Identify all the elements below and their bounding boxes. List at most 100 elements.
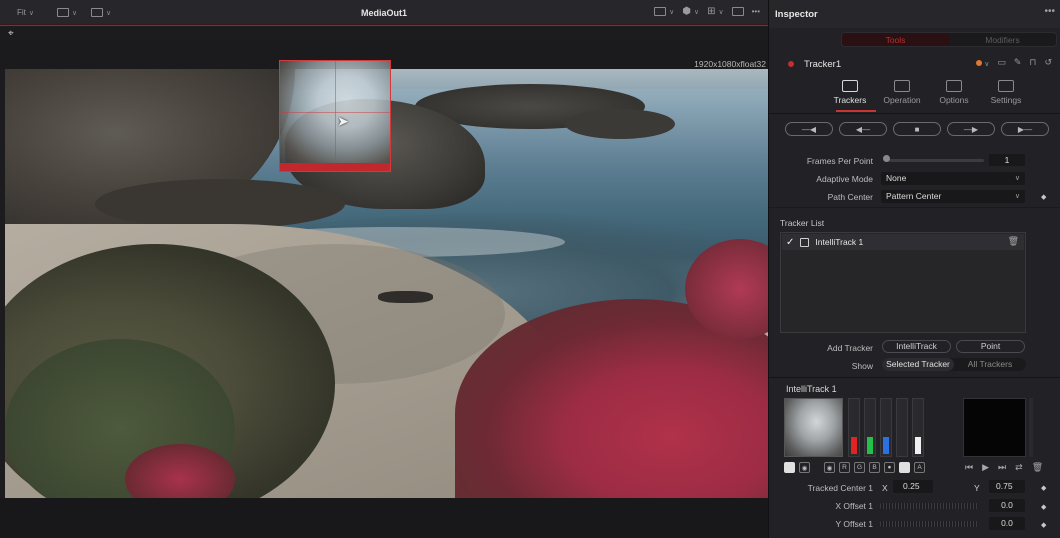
tool-subtabs: Trackers Operation Options Settings [829, 80, 1027, 105]
skip-start-icon[interactable]: ⏮ [965, 462, 973, 473]
inspector-more-button[interactable]: ••• [1044, 6, 1055, 17]
stop-tracking-button[interactable]: ■ [893, 122, 941, 136]
list-item[interactable]: ✓ IntelliTrack 1 🗑 [782, 234, 1024, 250]
subtab-settings[interactable]: Settings [985, 80, 1027, 105]
fit-dropdown[interactable]: Fit ∨ [17, 8, 34, 17]
active-subtab-underline [836, 110, 876, 112]
frames-per-point-slider-handle[interactable] [883, 155, 890, 162]
frames-per-point-slider[interactable] [887, 159, 984, 162]
add-point-button[interactable]: Point [956, 340, 1025, 353]
x-offset-slider[interactable] [880, 503, 978, 509]
inspector-panel: Inspector ••• Tools Modifiers Tracker1 ∨… [768, 0, 1060, 538]
viewer-roi-dropdown[interactable]: ∨ [91, 8, 111, 17]
divider [769, 113, 1060, 114]
white-channel-icon[interactable] [899, 462, 910, 473]
meter-fill [883, 436, 889, 454]
tracker-crosshair-horizontal [280, 112, 390, 113]
frames-per-point-field[interactable]: 1 [989, 154, 1025, 166]
x-offset-field[interactable]: 0.0 [989, 499, 1025, 512]
fullscreen-icon [731, 7, 744, 16]
preview-scrollbar[interactable] [1029, 398, 1033, 457]
color-wheel-icon[interactable]: ◉ [799, 462, 810, 473]
show-selected-tracker-button[interactable]: Selected Tracker [882, 358, 954, 371]
channel-meter-red [848, 398, 860, 457]
intellitrack-section-title: IntelliTrack 1 [786, 384, 837, 394]
pointer-tool-icon[interactable]: ⌖ [8, 28, 14, 39]
green-channel-button[interactable]: G [854, 462, 865, 473]
track-reverse-from-end-button[interactable]: —◀ [785, 122, 833, 136]
keyframe-diamond-icon[interactable]: ◆ [1041, 521, 1046, 529]
image-rocks-right [565, 109, 675, 139]
pin-icon[interactable]: ✎ [1014, 57, 1022, 68]
rgb-toggle-icon[interactable]: ◉ [824, 462, 835, 473]
lock-icon[interactable]: ⊓ [1029, 57, 1036, 68]
viewer-layout-dropdown[interactable]: ∨ [57, 8, 77, 17]
adaptive-mode-label: Adaptive Mode [816, 174, 873, 184]
chevron-down-icon: ∨ [106, 9, 112, 17]
viewer-toolbar: Fit ∨ ∨ ∨ MediaOut1 ∨ ⬢ ∨ ⊞ ∨ ••• [0, 0, 768, 25]
track-forward-from-start-button[interactable]: ▶— [1001, 122, 1049, 136]
node-color-dot[interactable] [788, 61, 794, 67]
mouse-cursor-icon: ➤ [337, 113, 349, 129]
alpha-channel-button[interactable]: A [914, 462, 925, 473]
subtab-operation[interactable]: Operation [881, 80, 923, 105]
subtab-options[interactable]: Options [933, 80, 975, 105]
y-offset-field[interactable]: 0.0 [989, 517, 1025, 530]
subtab-trackers[interactable]: Trackers [829, 80, 871, 105]
fullscreen-button[interactable] [731, 7, 744, 16]
chevron-down-icon: ∨ [984, 60, 990, 68]
node-header-icons: ∨ ▭ ✎ ⊓ ↺ [975, 57, 1052, 68]
trash-icon[interactable]: 🗑 [1032, 462, 1043, 473]
tab-modifiers[interactable]: Modifiers [949, 33, 1056, 46]
viewer-panel: Fit ∨ ∨ ∨ MediaOut1 ∨ ⬢ ∨ ⊞ ∨ ••• ⌖ 1920x1… [0, 0, 768, 538]
tracked-center-y-field[interactable]: 0.75 [989, 480, 1025, 493]
channel-meter-blue [880, 398, 892, 457]
keyframe-diamond-icon[interactable]: ◆ [1041, 484, 1046, 492]
grid-dropdown[interactable]: ⊞ ∨ [707, 6, 724, 17]
tracker-box-handle[interactable] [280, 163, 390, 171]
tracker-pattern-box[interactable] [279, 60, 391, 172]
palette-icon: ⬢ [682, 6, 691, 17]
red-channel-button[interactable]: R [839, 462, 850, 473]
path-center-dropdown[interactable]: Pattern Center ∨ [881, 190, 1025, 203]
tracked-center-x-field[interactable]: 0.25 [893, 480, 933, 493]
subtab-label: Trackers [833, 95, 867, 105]
show-toggle: Selected Tracker All Trackers [882, 358, 1026, 371]
viewer-more-button[interactable]: ••• [752, 7, 760, 16]
version-dropdown[interactable]: ∨ [975, 58, 990, 68]
channel-meter-empty [896, 398, 908, 457]
monitor-icon [946, 80, 962, 92]
luma-channel-icon[interactable]: ● [884, 462, 895, 473]
track-reverse-button[interactable]: ◀— [839, 122, 887, 136]
tab-tools[interactable]: Tools [842, 33, 949, 46]
chevron-down-icon: ∨ [718, 8, 724, 16]
skip-end-icon[interactable]: ⏭ [998, 462, 1006, 473]
reset-icon[interactable]: ↺ [1044, 57, 1052, 68]
tracker-preview [963, 398, 1026, 457]
inspector-tabs: Tools Modifiers [841, 32, 1057, 47]
show-all-trackers-button[interactable]: All Trackers [954, 358, 1026, 371]
add-tracker-label: Add Tracker [827, 343, 873, 353]
fit-label: Fit [17, 8, 26, 17]
window-icon[interactable]: ▭ [997, 57, 1006, 68]
track-forward-button[interactable]: —▶ [947, 122, 995, 136]
play-icon[interactable]: ▶ [982, 462, 989, 473]
keyframe-diamond-icon[interactable]: ◆ [1041, 503, 1046, 511]
roi-icon [91, 8, 103, 17]
keyframe-diamond-icon[interactable]: ◆ [1041, 193, 1046, 201]
checkmark-icon[interactable]: ✓ [786, 237, 794, 248]
path-center-value: Pattern Center [886, 191, 942, 201]
subview-dropdown[interactable]: ∨ [654, 7, 674, 16]
blue-channel-button[interactable]: B [869, 462, 880, 473]
color-channel-dropdown[interactable]: ⬢ ∨ [682, 6, 699, 17]
loop-icon[interactable]: ⇄ [1015, 462, 1023, 473]
viewer-active-indicator [0, 25, 768, 26]
adaptive-mode-dropdown[interactable]: None ∨ [881, 172, 1025, 185]
trash-icon[interactable]: 🗑 [1008, 236, 1019, 247]
path-center-label: Path Center [827, 192, 873, 202]
operation-icon [894, 80, 910, 92]
y-offset-slider[interactable] [880, 521, 978, 527]
luma-toggle-icon[interactable] [784, 462, 795, 473]
add-intellitrack-button[interactable]: IntelliTrack [882, 340, 951, 353]
